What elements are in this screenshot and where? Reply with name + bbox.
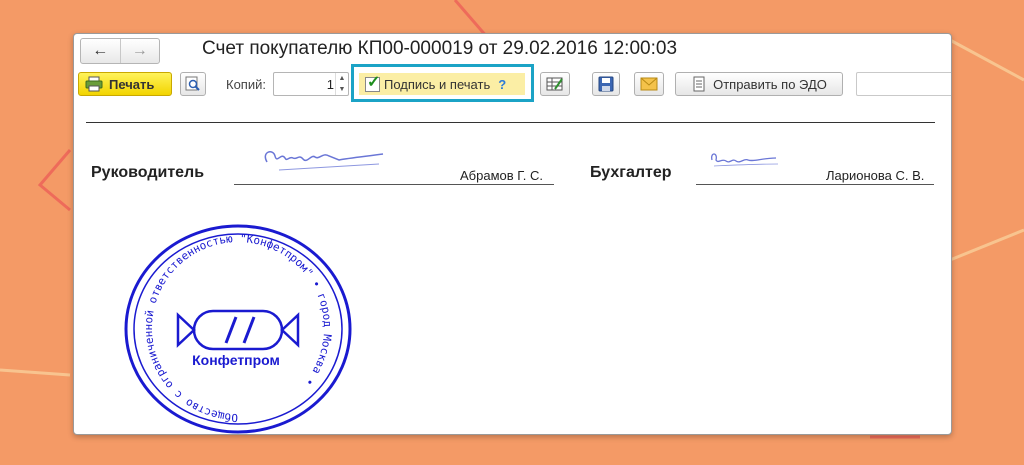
floppy-disk-icon: [598, 76, 614, 92]
copies-value: 1: [326, 77, 334, 92]
email-button[interactable]: [634, 72, 664, 96]
copies-stepper[interactable]: 1 ▲ ▼: [273, 72, 349, 96]
checkbox-box[interactable]: ✓: [365, 74, 380, 92]
director-title: Руководитель: [91, 164, 205, 181]
checkmark-icon: ✓: [367, 73, 381, 91]
window-title: Счет покупателю КП00-000019 от 29.02.201…: [202, 38, 678, 59]
sign-and-stamp-label: Подпись и печать: [384, 76, 491, 92]
send-edo-button[interactable]: Отправить по ЭДО: [675, 72, 843, 96]
stepper-arrows-icon[interactable]: ▲ ▼: [335, 73, 348, 95]
document-send-icon: [693, 76, 705, 92]
accountant-name: Ларионова С. В.: [826, 168, 925, 183]
print-button[interactable]: Печать: [78, 72, 172, 96]
arrow-right-icon: →: [131, 42, 148, 59]
director-name: Абрамов Г. С.: [460, 168, 543, 183]
accountant-signature-line: [696, 184, 934, 185]
navigation-buttons: ← →: [80, 38, 160, 64]
sign-and-stamp-checkbox[interactable]: ✓ Подпись и печать ?: [359, 73, 525, 95]
company-stamp: Общество с ограниченной ответственностью…: [124, 224, 352, 434]
forward-button[interactable]: →: [119, 39, 160, 63]
stamp-center-text: Конфетпром: [192, 352, 280, 368]
toolbar: Печать Копий: 1 ▲▼ ✓ Подпись и печать ?: [74, 64, 951, 102]
print-label: Печать: [109, 76, 155, 92]
search-field[interactable]: [856, 72, 951, 96]
preview-button[interactable]: [180, 72, 206, 96]
director-signature-line: [234, 184, 554, 185]
magnifier-icon: [185, 76, 200, 91]
accountant-signature: [711, 153, 779, 167]
candy-logo-icon: [176, 309, 300, 351]
copies-label: Копий:: [226, 77, 266, 92]
document-top-rule: [86, 122, 935, 123]
director-signature: [264, 151, 384, 171]
accountant-title: Бухгалтер: [590, 164, 672, 181]
help-icon[interactable]: ?: [498, 77, 506, 92]
document-window: ← → Счет покупателю КП00-000019 от 29.02…: [73, 33, 952, 435]
back-button[interactable]: ←: [81, 39, 120, 63]
envelope-icon: [640, 77, 658, 91]
svg-text:Общество с ограниченной ответс: Общество с ограниченной ответственностью…: [142, 232, 334, 424]
save-button[interactable]: [592, 72, 620, 96]
edit-sign-button[interactable]: [540, 72, 570, 96]
arrow-left-icon: ←: [92, 42, 109, 59]
edit-table-icon: [546, 77, 563, 91]
printer-icon: [85, 76, 103, 92]
send-edo-label: Отправить по ЭДО: [713, 76, 827, 92]
stamp-ring-text: Общество с ограниченной ответственностью…: [142, 232, 334, 424]
